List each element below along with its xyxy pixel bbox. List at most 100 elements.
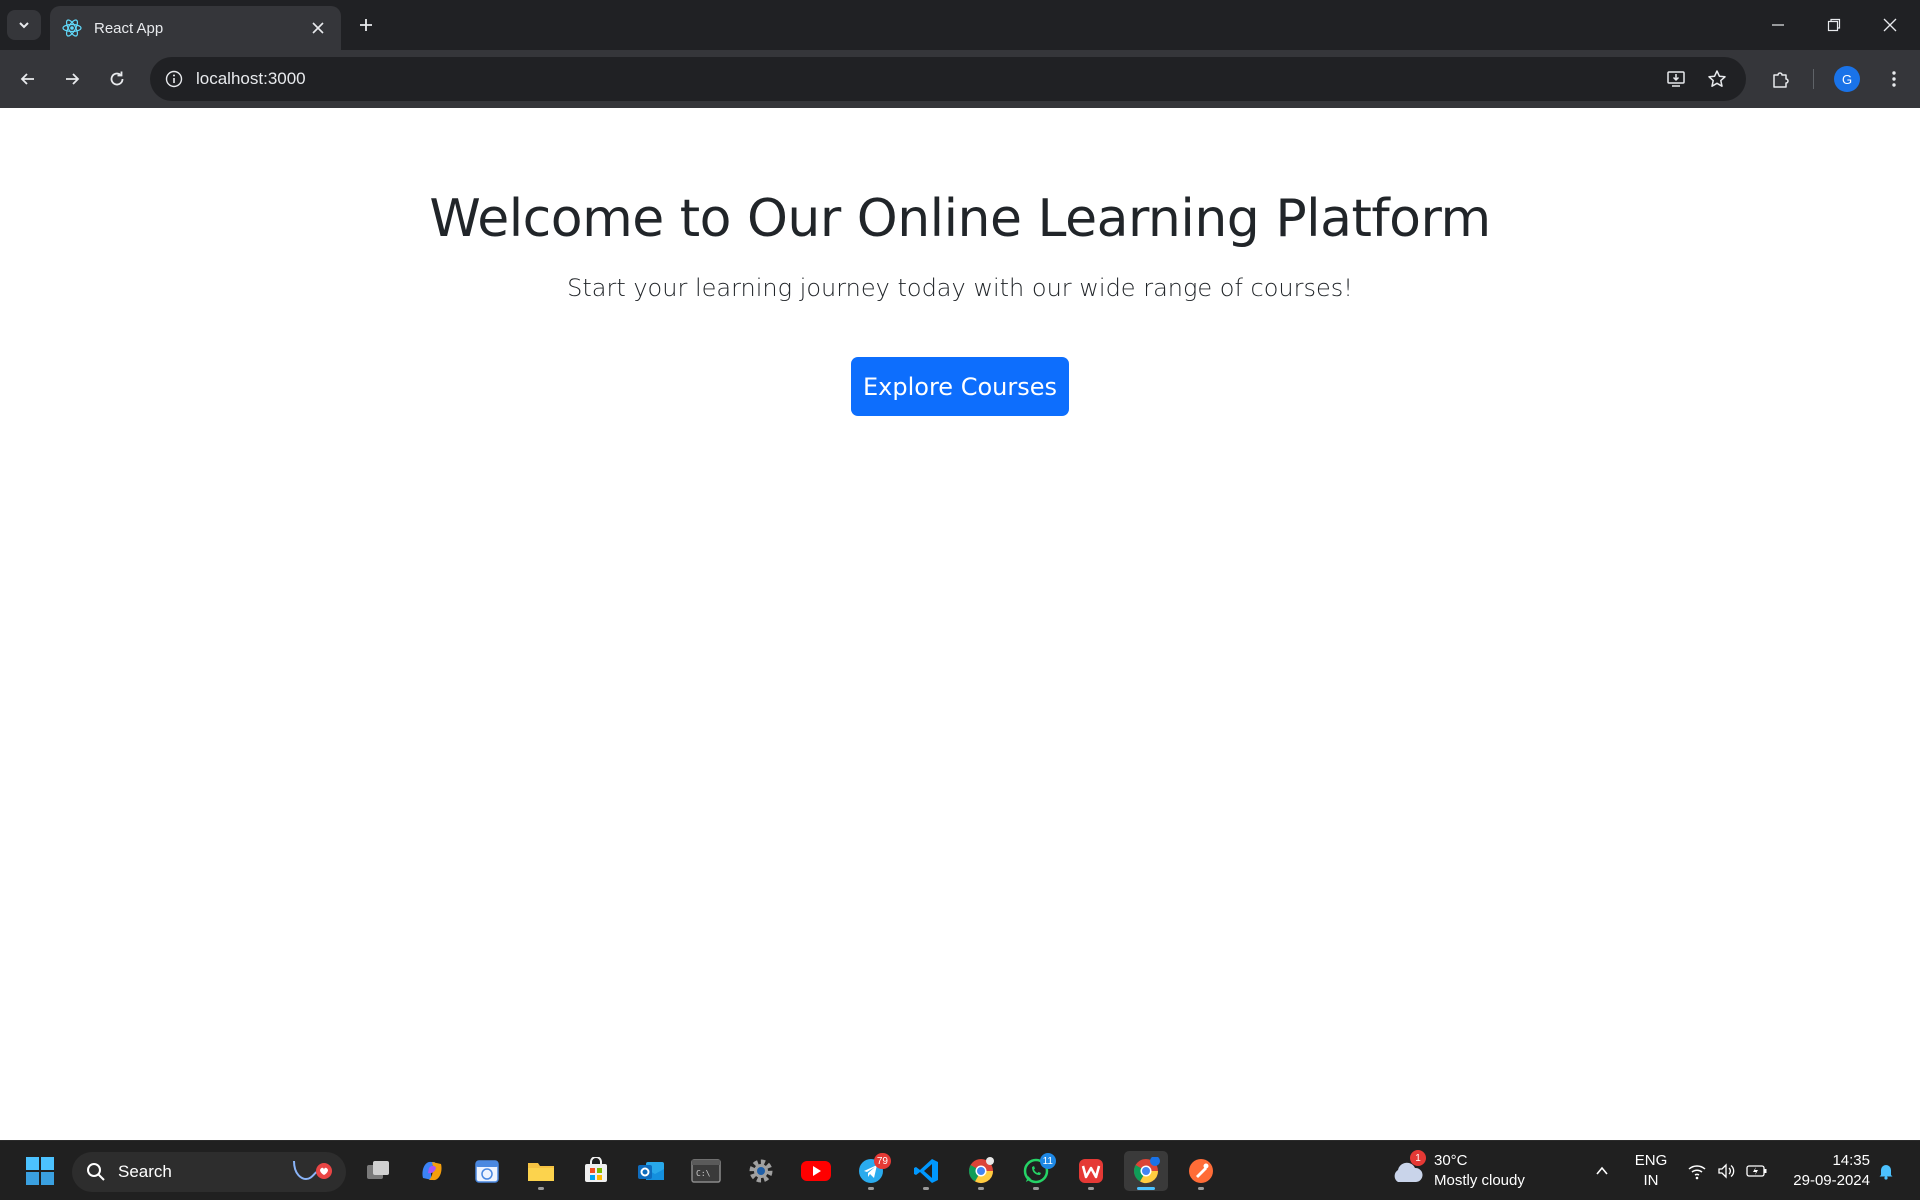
chrome-icon	[968, 1157, 994, 1184]
terminal-button[interactable]: C:\	[684, 1151, 728, 1191]
search-icon	[87, 1163, 105, 1181]
postman-icon	[1189, 1159, 1213, 1183]
battery-icon[interactable]	[1745, 1159, 1769, 1183]
file-explorer-button[interactable]	[519, 1151, 563, 1191]
task-view-icon	[367, 1161, 389, 1179]
store-icon	[585, 1157, 607, 1182]
store-button[interactable]	[574, 1151, 618, 1191]
wps-office-icon	[1079, 1159, 1103, 1183]
address-bar[interactable]	[150, 57, 1746, 101]
plus-icon	[360, 19, 372, 31]
weather-temp: 30°C	[1434, 1152, 1468, 1169]
chrome-profile-button[interactable]	[1124, 1151, 1168, 1191]
input-language-indicator[interactable]: ENG IN	[1628, 1151, 1674, 1191]
puzzle-icon	[1773, 72, 1789, 88]
gear-icon	[749, 1159, 773, 1183]
explore-courses-button[interactable]: Explore Courses	[851, 357, 1069, 416]
browser-tab-strip: React App	[0, 0, 1920, 50]
calendar-app-button[interactable]	[465, 1151, 509, 1191]
calendar-app-icon	[475, 1160, 499, 1183]
telegram-button[interactable]: 79	[849, 1151, 893, 1191]
running-indicator	[538, 1187, 544, 1190]
more-vertical-icon	[1892, 71, 1896, 87]
weather-desc: Mostly cloudy	[1434, 1172, 1525, 1189]
file-explorer-icon	[528, 1163, 554, 1181]
reload-button[interactable]	[100, 62, 134, 96]
new-tab-button[interactable]	[350, 10, 382, 40]
chrome-button[interactable]	[959, 1151, 1003, 1191]
copilot-button[interactable]	[410, 1151, 454, 1191]
clock-time: 14:35	[1832, 1152, 1870, 1169]
system-clock[interactable]: 14:35 29-09-2024	[1780, 1151, 1870, 1191]
weather-widget[interactable]: 1 30°C Mostly cloudy	[1390, 1149, 1550, 1193]
whatsapp-button[interactable]: 11	[1014, 1151, 1058, 1191]
outlook-icon	[638, 1162, 664, 1180]
running-indicator	[978, 1187, 984, 1190]
windows-logo-icon	[26, 1157, 54, 1185]
youtube-button[interactable]	[794, 1151, 838, 1191]
arrow-left-icon	[20, 73, 34, 85]
react-logo-icon	[62, 18, 82, 38]
close-window-button[interactable]	[1862, 0, 1918, 50]
running-indicator	[1088, 1187, 1094, 1190]
arrow-right-icon	[66, 73, 80, 85]
taskbar-search[interactable]: Search	[72, 1152, 346, 1192]
settings-button[interactable]	[739, 1151, 783, 1191]
copilot-icon	[422, 1161, 442, 1181]
weather-text: 30°C Mostly cloudy	[1434, 1151, 1525, 1191]
install-app-icon	[1667, 71, 1685, 87]
clock-date: 29-09-2024	[1793, 1172, 1870, 1189]
notifications-icon[interactable]	[1874, 1159, 1898, 1183]
stethoscope-highlight-icon	[293, 1160, 332, 1181]
postman-button[interactable]	[1179, 1151, 1223, 1191]
task-view-button[interactable]	[356, 1151, 400, 1191]
browser-tab-active[interactable]: React App	[50, 6, 341, 50]
outlook-button[interactable]	[629, 1151, 673, 1191]
close-tab-icon[interactable]	[307, 17, 329, 39]
windows-taskbar: Search C:\ 79 11 1 30°C Mostly cloudy EN…	[0, 1140, 1920, 1200]
wifi-icon[interactable]	[1685, 1159, 1709, 1183]
wps-office-button[interactable]	[1069, 1151, 1113, 1191]
page-subtitle: Start your learning journey today with o…	[567, 274, 1353, 302]
reload-icon	[110, 71, 124, 86]
search-label: Search	[118, 1162, 172, 1181]
minimize-window-button[interactable]	[1750, 0, 1806, 50]
restore-icon	[1827, 18, 1841, 32]
bookmark-button[interactable]	[1700, 62, 1734, 96]
browser-menu-button[interactable]	[1877, 62, 1911, 96]
back-button[interactable]	[11, 62, 45, 96]
cloud-icon: 1	[1390, 1150, 1426, 1188]
site-info-icon[interactable]	[154, 57, 194, 101]
svg-text:C:\: C:\	[696, 1169, 711, 1178]
running-indicator	[1033, 1187, 1039, 1190]
chevron-down-icon	[19, 22, 29, 29]
url-input[interactable]	[196, 69, 1746, 89]
lang-line-1: ENG	[1634, 1152, 1668, 1169]
whatsapp-badge: 11	[1039, 1153, 1056, 1169]
browser-toolbar	[0, 50, 1920, 108]
youtube-icon	[801, 1161, 831, 1181]
toolbar-divider	[1813, 69, 1814, 89]
running-indicator	[868, 1187, 874, 1190]
page-title: Welcome to Our Online Learning Platform	[429, 189, 1491, 249]
vscode-button[interactable]	[904, 1151, 948, 1191]
forward-button[interactable]	[55, 62, 89, 96]
tab-search-button[interactable]	[7, 10, 41, 40]
restore-window-button[interactable]	[1806, 0, 1862, 50]
telegram-badge: 79	[873, 1153, 891, 1169]
chevron-up-icon	[1596, 1166, 1608, 1175]
close-icon	[1883, 18, 1897, 32]
tab-title: React App	[94, 19, 164, 37]
running-indicator	[1198, 1187, 1204, 1190]
show-hidden-icons-button[interactable]	[1590, 1159, 1614, 1183]
profile-avatar[interactable]: G	[1834, 66, 1860, 92]
star-icon	[1708, 70, 1726, 87]
volume-icon[interactable]	[1715, 1159, 1739, 1183]
web-page: Welcome to Our Online Learning Platform …	[0, 108, 1920, 1140]
install-app-button[interactable]	[1659, 62, 1693, 96]
weather-badge: 1	[1410, 1150, 1426, 1166]
extensions-button[interactable]	[1764, 62, 1798, 96]
chrome-profile-icon	[1133, 1157, 1160, 1184]
lang-line-2: IN	[1643, 1172, 1659, 1189]
start-button[interactable]	[18, 1151, 62, 1191]
